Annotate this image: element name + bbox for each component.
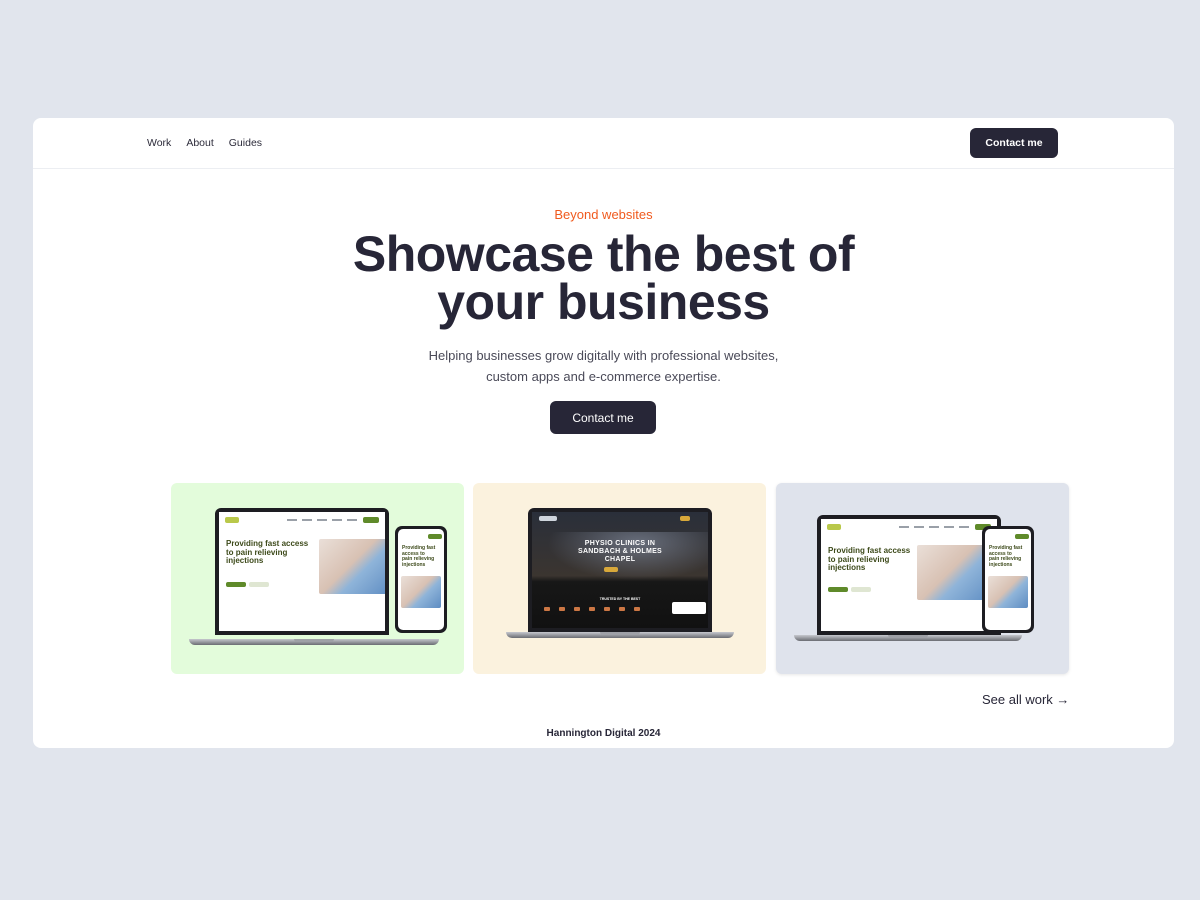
phone-mockup: Providing fast access to pain relieving … [982, 526, 1034, 633]
phone-site-photo [401, 576, 441, 608]
hero-subhead-line-1: Helping businesses grow digitally with p… [428, 348, 779, 363]
mini-site-title-line-3: injections [828, 563, 866, 572]
phone-mockup: Providing fast access to pain relieving … [395, 526, 447, 633]
hero-subhead-line-2: custom apps and e-commerce expertise. [486, 369, 721, 384]
see-all-work-link[interactable]: See all work → [982, 692, 1069, 707]
hero-eyebrow: Beyond websites [554, 207, 653, 222]
mini-site-title-line-2: SANDBACH & HOLMES [577, 548, 663, 555]
mini-site-chip [428, 534, 442, 539]
mini-site-chip [604, 567, 618, 572]
mini-site-chip [249, 582, 269, 587]
mini-site-chip [851, 587, 871, 592]
mini-site-nav [827, 524, 991, 530]
hero-headline: Showcase the best of your business [33, 226, 1174, 330]
laptop-screen-content: Providing fast access to pain relieving … [821, 519, 997, 631]
nav-contact-button[interactable]: Contact me [970, 128, 1058, 158]
work-card-3[interactable]: Providing fast access to pain relieving … [776, 483, 1069, 674]
site-window: Work About Guides Contact me Beyond webs… [33, 118, 1174, 748]
laptop-base [794, 635, 1022, 641]
mini-site-nav [225, 517, 379, 523]
mini-site-caption: TRUSTED BY THE BEST [599, 597, 641, 601]
work-card-2[interactable]: PHYSIO CLINICS IN SANDBACH & HOLMES CHAP… [473, 483, 766, 674]
footer-text: Hannington Digital 2024 [546, 728, 661, 739]
mini-site-title: PHYSIO CLINICS IN SANDBACH & HOLMES CHAP… [532, 540, 708, 564]
phone-site-title-line-2: pain relieving injections [989, 556, 1022, 568]
top-nav: Work About Guides Contact me [33, 118, 1174, 169]
phone-site-title: Providing fast access to pain relieving … [989, 545, 1031, 568]
phone-site-title-line-2: pain relieving injections [402, 556, 435, 568]
laptop-screen: Providing fast access to pain relieving … [215, 508, 389, 635]
mini-site-title: Providing fast access to pain relieving … [828, 546, 928, 573]
mini-site-title-line-1: PHYSIO CLINICS IN [584, 540, 656, 547]
nav-links: Work About Guides [147, 137, 277, 149]
mini-site-chip [828, 587, 848, 592]
mini-site-title: Providing fast access to pain relieving … [226, 539, 326, 566]
hero-subhead: Helping businesses grow digitally with p… [33, 345, 1174, 387]
mini-site-title-line-3: injections [226, 556, 264, 565]
phone-site-photo [988, 576, 1028, 608]
laptop-notch [600, 632, 640, 635]
laptop-screen: PHYSIO CLINICS IN SANDBACH & HOLMES CHAP… [528, 508, 712, 632]
mini-site-logo [225, 517, 239, 523]
work-card-1[interactable]: Providing fast access to pain relieving … [171, 483, 464, 674]
mini-site-photo [319, 539, 385, 594]
laptop-screen-content: Providing fast access to pain relieving … [219, 512, 385, 631]
mini-site-button [363, 517, 379, 523]
mini-site-menu [287, 519, 357, 521]
mini-site-logos [544, 607, 640, 611]
phone-site-title: Providing fast access to pain relieving … [402, 545, 444, 568]
mini-site-title-line-3: CHAPEL [604, 556, 636, 563]
laptop-base [506, 632, 734, 638]
nav-link-about[interactable]: About [186, 137, 213, 149]
hero-contact-button[interactable]: Contact me [550, 401, 656, 434]
laptop-base [189, 639, 439, 645]
hero-headline-line-2: your business [437, 274, 770, 330]
nav-link-guides[interactable]: Guides [229, 137, 262, 149]
laptop-notch [294, 639, 334, 642]
mini-site-chip [680, 516, 690, 521]
laptop-screen-content: PHYSIO CLINICS IN SANDBACH & HOLMES CHAP… [532, 512, 708, 628]
mini-site-chip [226, 582, 246, 587]
mini-site-menu [899, 526, 969, 528]
mini-site-chip [539, 516, 557, 521]
laptop-screen: Providing fast access to pain relieving … [817, 515, 1001, 635]
mini-site-chip [1015, 534, 1029, 539]
nav-link-work[interactable]: Work [147, 137, 171, 149]
phone-screen: Providing fast access to pain relieving … [985, 529, 1031, 630]
mini-site-chat [672, 602, 706, 614]
laptop-notch [888, 635, 928, 638]
phone-screen: Providing fast access to pain relieving … [398, 529, 444, 630]
mini-site-logo [827, 524, 841, 530]
hero-headline-line-1: Showcase the best of [352, 226, 855, 282]
